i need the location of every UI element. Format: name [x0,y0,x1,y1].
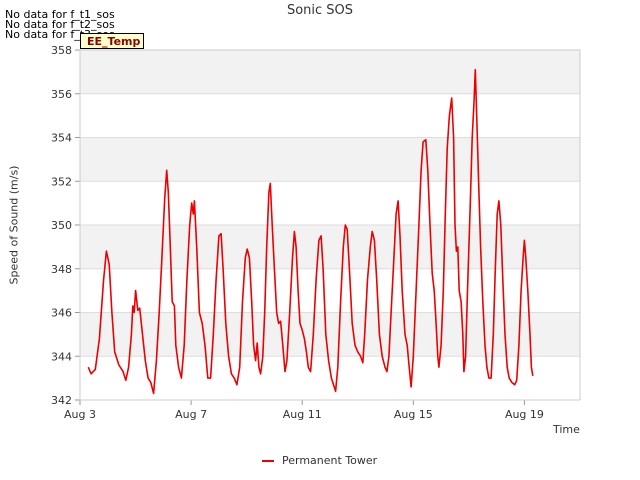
x-tick-label: Aug 3 [64,408,96,421]
x-tick-label: Aug 7 [175,408,207,421]
chart-svg: 342344346348350352354356358 Aug 3 Aug 7 Au… [51,44,581,421]
y-tick-label: 356 [51,88,72,101]
y-tick-label: 354 [51,132,72,145]
y-tick-label: 350 [51,219,72,232]
legend-swatch [262,459,274,462]
y-tick-label: 348 [51,263,72,276]
x-axis-label: Time [553,423,580,436]
x-tick-labels: Aug 3 Aug 7 Aug 11 Aug 15 Aug 19 [64,408,544,421]
legend[interactable]: Permanent Tower [262,454,377,467]
ee-temp-badge[interactable]: EE_Temp [80,33,144,49]
y-tick-label: 352 [51,175,72,188]
x-tick-label: Aug 11 [283,408,322,421]
y-axis-label: Speed of Sound (m/s) [7,165,21,285]
plot-band [80,137,580,182]
y-tick-label: 344 [51,350,72,363]
y-tick-label: 342 [51,394,72,407]
y-tick-label: 346 [51,307,72,320]
plot-bands [80,50,580,357]
plot-band [80,225,580,269]
y-tick-labels: 342 344 346 348 350 352 354 356 358 [51,44,72,407]
plot-band [80,50,580,94]
x-tick-label: Aug 19 [505,408,544,421]
y-tick-label: 358 [51,44,72,57]
chart-title: Sonic SOS [286,3,354,18]
legend-label: Permanent Tower [282,454,378,467]
x-tick-label: Aug 15 [394,408,433,421]
